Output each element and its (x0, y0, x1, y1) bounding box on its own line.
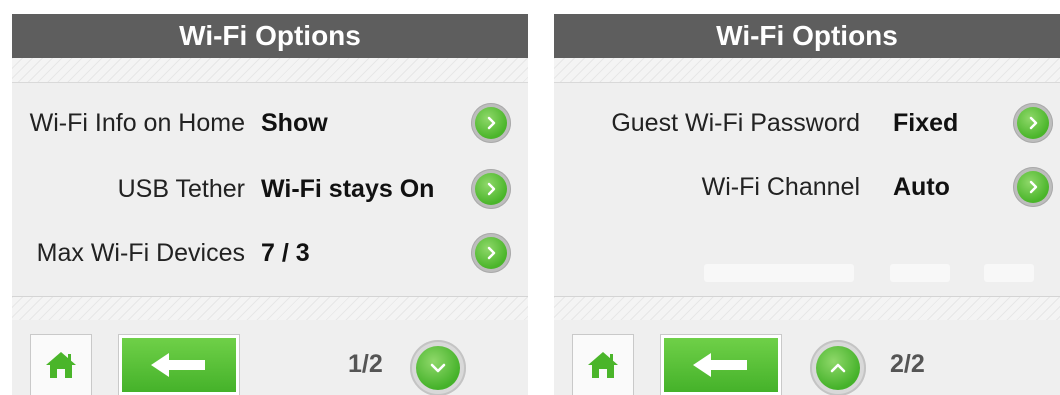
setting-row-usb-tether[interactable]: USB Tether Wi-Fi stays On (12, 164, 528, 214)
previous-page-button[interactable] (810, 340, 866, 395)
home-icon (46, 352, 76, 378)
header-divider (554, 58, 1060, 83)
page-indicator: 2/2 (890, 350, 925, 378)
row-chevron-button[interactable] (1013, 167, 1053, 207)
footer-divider (554, 296, 1060, 321)
footer-divider (12, 296, 528, 321)
setting-value: Auto (893, 173, 950, 201)
home-button[interactable] (30, 334, 92, 395)
bottom-toolbar: 2/2 (554, 320, 1060, 395)
chevron-right-icon (475, 173, 507, 205)
row-chevron-button[interactable] (471, 103, 511, 143)
page-title: Wi-Fi Options (554, 14, 1060, 58)
chevron-right-icon (1017, 107, 1049, 139)
row-chevron-button[interactable] (1013, 103, 1053, 143)
chevron-right-icon (475, 107, 507, 139)
back-arrow-icon (693, 353, 747, 377)
wifi-options-screen-page-1: Wi-Fi Options Wi-Fi Info on Home Show US… (12, 14, 528, 395)
setting-label: USB Tether (117, 175, 245, 203)
row-chevron-button[interactable] (471, 169, 511, 209)
setting-row-guest-wifi-password[interactable]: Guest Wi-Fi Password Fixed (554, 98, 1060, 148)
chevron-up-icon (816, 346, 860, 390)
next-page-button[interactable] (410, 340, 466, 395)
chevron-down-icon (416, 346, 460, 390)
setting-row-wifi-info-on-home[interactable]: Wi-Fi Info on Home Show (12, 98, 528, 148)
header-divider (12, 58, 528, 83)
home-icon (588, 352, 618, 378)
row-chevron-button[interactable] (471, 233, 511, 273)
setting-label: Max Wi-Fi Devices (36, 239, 245, 267)
setting-row-wifi-channel[interactable]: Wi-Fi Channel Auto (554, 162, 1060, 212)
page-title: Wi-Fi Options (12, 14, 528, 58)
setting-value: Fixed (893, 109, 959, 137)
setting-value: 7 / 3 (261, 239, 310, 267)
setting-row-max-wifi-devices[interactable]: Max Wi-Fi Devices 7 / 3 (12, 228, 528, 278)
back-button[interactable] (660, 334, 782, 395)
setting-label: Wi-Fi Channel (701, 173, 860, 201)
back-arrow-icon (151, 353, 205, 377)
setting-value: Wi-Fi stays On (261, 175, 435, 203)
wifi-options-screen-page-2: Wi-Fi Options Guest Wi-Fi Password Fixed… (554, 14, 1060, 395)
setting-label: Wi-Fi Info on Home (29, 109, 245, 137)
setting-label: Guest Wi-Fi Password (611, 109, 860, 137)
chevron-right-icon (1017, 171, 1049, 203)
hidden-row-placeholder (554, 254, 1060, 294)
back-button[interactable] (118, 334, 240, 395)
page-indicator: 1/2 (348, 350, 383, 378)
chevron-right-icon (475, 237, 507, 269)
bottom-toolbar: 1/2 (12, 320, 528, 395)
setting-value: Show (261, 109, 328, 137)
home-button[interactable] (572, 334, 634, 395)
